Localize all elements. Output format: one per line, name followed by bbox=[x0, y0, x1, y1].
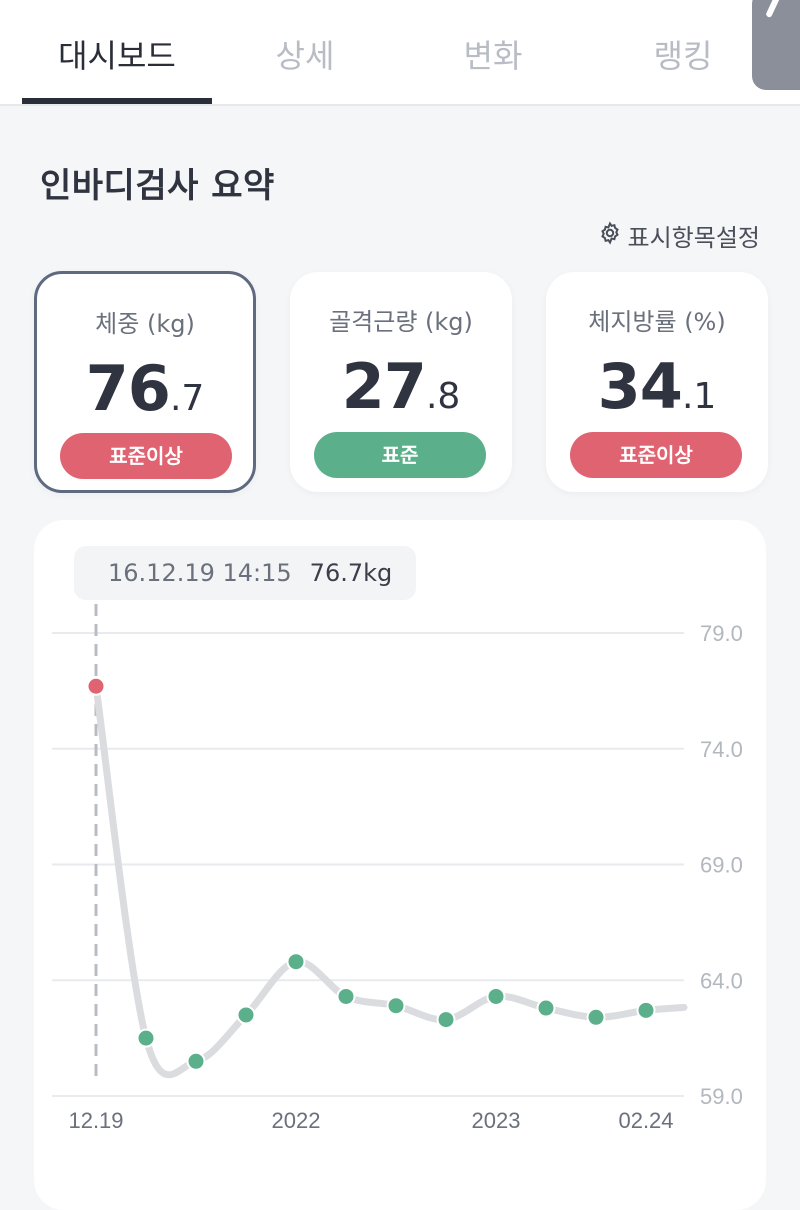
data-point bbox=[386, 996, 406, 1016]
data-point bbox=[186, 1051, 206, 1071]
data-point bbox=[536, 998, 556, 1018]
selected-data-point bbox=[86, 676, 106, 696]
x-tick-label: 2022 bbox=[272, 1108, 321, 1133]
x-tick-label: 2023 bbox=[472, 1108, 521, 1133]
y-tick-label: 74.0 bbox=[700, 737, 743, 762]
data-point bbox=[586, 1007, 606, 1027]
y-tick-label: 79.0 bbox=[700, 621, 743, 646]
y-tick-label: 64.0 bbox=[700, 968, 743, 993]
data-point bbox=[236, 1005, 256, 1025]
tooltip-date: 16.12.19 14:15 bbox=[108, 559, 292, 587]
data-point bbox=[436, 1010, 456, 1030]
data-point bbox=[336, 986, 356, 1006]
x-tick-label: 02.24 bbox=[618, 1108, 673, 1133]
chart-tooltip: 16.12.19 14:15 76.7kg bbox=[74, 546, 417, 600]
data-point bbox=[286, 952, 306, 972]
data-point bbox=[636, 1000, 656, 1020]
tooltip-value: 76.7kg bbox=[309, 559, 393, 587]
x-tick-label: 12.19 bbox=[68, 1108, 123, 1133]
y-tick-label: 69.0 bbox=[700, 853, 743, 878]
data-point bbox=[486, 986, 506, 1006]
y-tick-label: 59.0 bbox=[700, 1084, 743, 1109]
data-point bbox=[136, 1028, 156, 1048]
